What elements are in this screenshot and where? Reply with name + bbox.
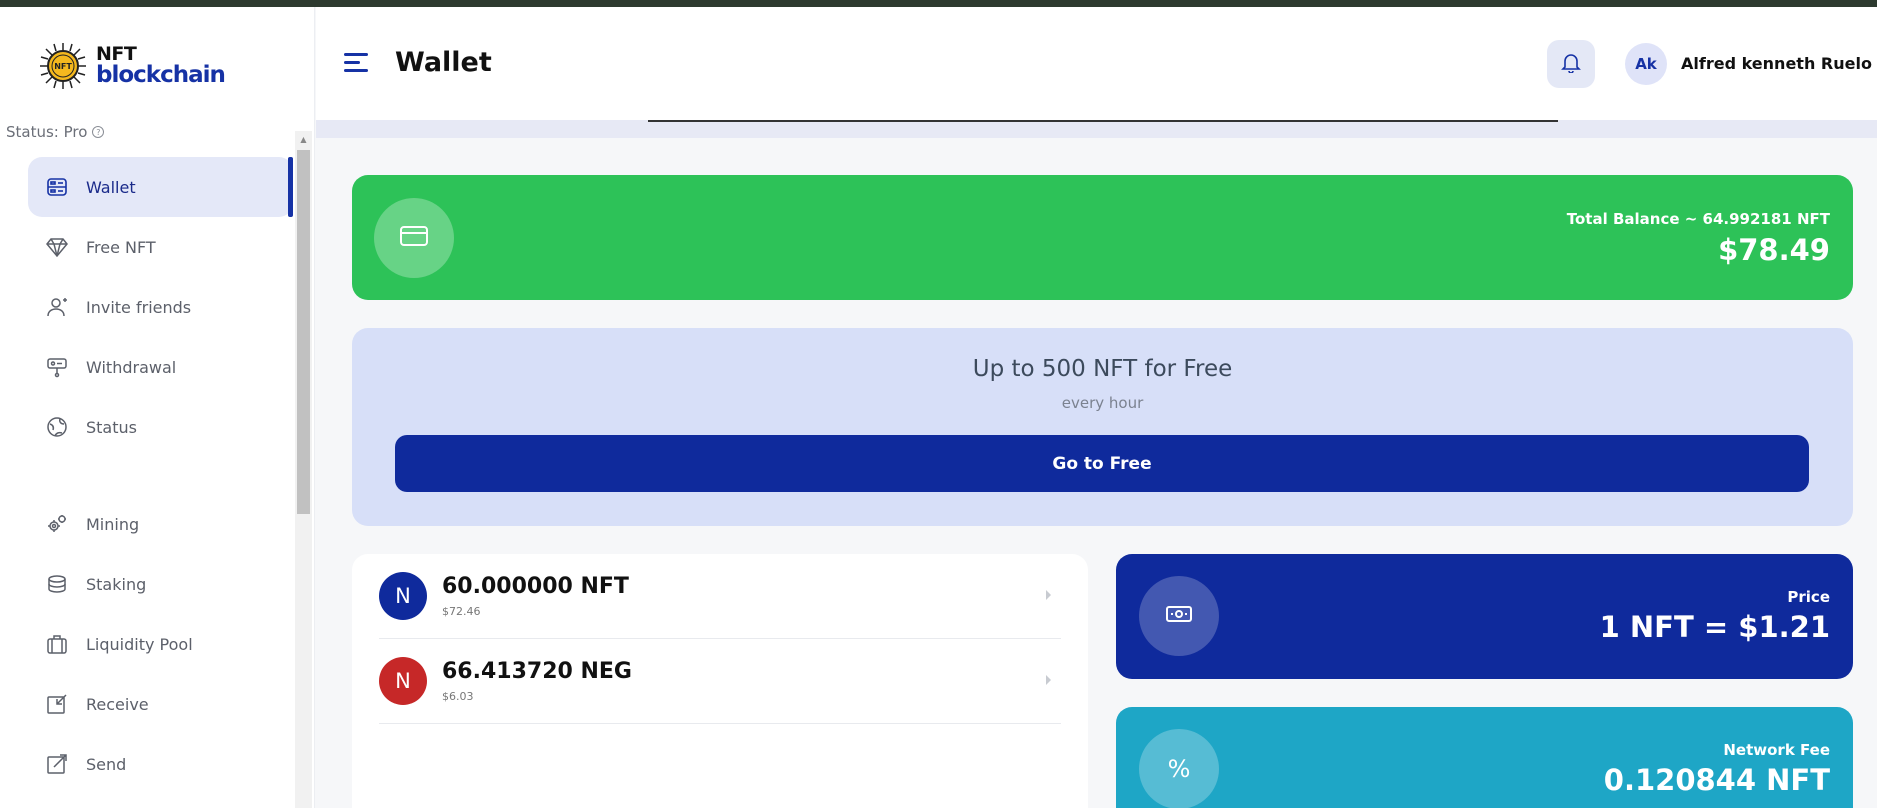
banknote-icon (1165, 604, 1193, 628)
sidebar-scrollbar[interactable]: ▲ (295, 131, 312, 808)
credit-card-icon (399, 224, 429, 252)
price-value: 1 NFT = $1.21 (1599, 610, 1830, 644)
window-top-strip (0, 0, 1877, 7)
assets-list: N 60.000000 NFT $72.46 N 66.413720 NEG $… (352, 554, 1088, 808)
sidebar-item-label: Staking (86, 574, 147, 594)
sidebar-item-staking[interactable]: Staking (28, 554, 293, 614)
percent-icon: % (1139, 729, 1219, 808)
status-indicator: Status: Pro ? (6, 123, 105, 141)
top-header: Wallet Ak Alfred kenneth Ruelo (316, 7, 1877, 120)
sidebar-item-liquidity-pool[interactable]: Liquidity Pool (28, 614, 293, 674)
total-balance-amount: $78.49 (1718, 233, 1830, 267)
promo-subtitle: every hour (1061, 394, 1144, 412)
username[interactable]: Alfred kenneth Ruelo (1681, 54, 1872, 73)
hamburger-menu-icon[interactable] (344, 53, 368, 73)
list-item[interactable]: N 60.000000 NFT $72.46 (379, 554, 1061, 639)
sidebar-item-label: Wallet (86, 177, 136, 197)
invite-user-icon (46, 296, 68, 318)
asset-usd-value: $6.03 (442, 690, 474, 703)
chevron-right-icon (1046, 590, 1051, 600)
sidebar-item-label: Status (86, 417, 137, 437)
asset-amount: 60.000000 NFT (442, 574, 629, 599)
avatar[interactable]: Ak (1625, 43, 1667, 85)
total-balance-label: Total Balance ~ 64.992181 NFT (1566, 210, 1830, 228)
header-subbar (316, 120, 1877, 138)
coin-icon: N (379, 657, 427, 705)
scroll-up-arrow-icon[interactable]: ▲ (295, 131, 312, 148)
nft-chip-logo-icon: NFT (38, 41, 88, 91)
gears-icon (46, 513, 68, 535)
price-card: Price 1 NFT = $1.21 (1116, 554, 1853, 679)
sidebar-item-wallet[interactable]: Wallet (28, 157, 293, 217)
price-icon-circle (1139, 576, 1219, 656)
status-globe-icon (46, 416, 68, 438)
total-balance-card: Total Balance ~ 64.992181 NFT $78.49 (352, 175, 1853, 300)
go-to-free-button[interactable]: Go to Free (395, 435, 1809, 492)
free-nft-promo: Up to 500 NFT for Free every hour Go to … (352, 328, 1853, 526)
network-fee-value: 0.120844 NFT (1603, 763, 1830, 797)
price-label: Price (1787, 588, 1830, 606)
sidebar-item-label: Liquidity Pool (86, 634, 193, 654)
logo-mark-text: NFT (54, 62, 72, 71)
logo-blockchain-text: blockchain (96, 62, 226, 88)
briefcase-icon (46, 633, 68, 655)
network-fee-card: % Network Fee 0.120844 NFT (1116, 707, 1853, 808)
sidebar-nav: Wallet Free NFT Invite friends Withdrawa… (28, 157, 293, 794)
sidebar-item-receive[interactable]: Receive (28, 674, 293, 734)
scrollbar-thumb[interactable] (297, 150, 310, 514)
diamond-icon (46, 236, 68, 258)
sidebar-item-withdrawal[interactable]: Withdrawal (28, 337, 293, 397)
card-icon-circle (374, 198, 454, 278)
sidebar-item-label: Receive (86, 694, 149, 714)
sidebar-item-label: Send (86, 754, 127, 774)
list-item[interactable]: N 66.413720 NEG $6.03 (379, 639, 1061, 724)
sidebar-item-label: Free NFT (86, 237, 156, 257)
wallet-icon (46, 176, 68, 198)
bell-icon (1560, 51, 1582, 77)
promo-title: Up to 500 NFT for Free (972, 356, 1233, 382)
status-text: Status: Pro (6, 123, 88, 141)
sidebar-item-free-nft[interactable]: Free NFT (28, 217, 293, 277)
sidebar-item-invite-friends[interactable]: Invite friends (28, 277, 293, 337)
notifications-button[interactable] (1547, 40, 1595, 88)
receive-icon (46, 693, 68, 715)
sidebar-item-send[interactable]: Send (28, 734, 293, 794)
sidebar-item-label: Invite friends (86, 297, 192, 317)
withdrawal-icon (46, 356, 68, 378)
asset-usd-value: $72.46 (442, 605, 481, 618)
coin-icon: N (379, 572, 427, 620)
page-title: Wallet (395, 47, 492, 78)
chevron-right-icon (1046, 675, 1051, 685)
help-icon[interactable]: ? (92, 126, 105, 138)
sidebar-item-label: Withdrawal (86, 357, 177, 377)
sidebar-item-status[interactable]: Status (28, 397, 293, 457)
network-fee-label: Network Fee (1723, 741, 1830, 759)
sidebar-item-label: Mining (86, 514, 140, 534)
sidebar-item-mining[interactable]: Mining (28, 494, 293, 554)
asset-amount: 66.413720 NEG (442, 659, 632, 684)
coins-stack-icon (46, 573, 68, 595)
send-icon (46, 753, 68, 775)
sidebar: NFT NFT blockchain Status: Pro ? Wallet … (0, 7, 315, 808)
brand-logo[interactable]: NFT NFT blockchain (38, 41, 226, 91)
